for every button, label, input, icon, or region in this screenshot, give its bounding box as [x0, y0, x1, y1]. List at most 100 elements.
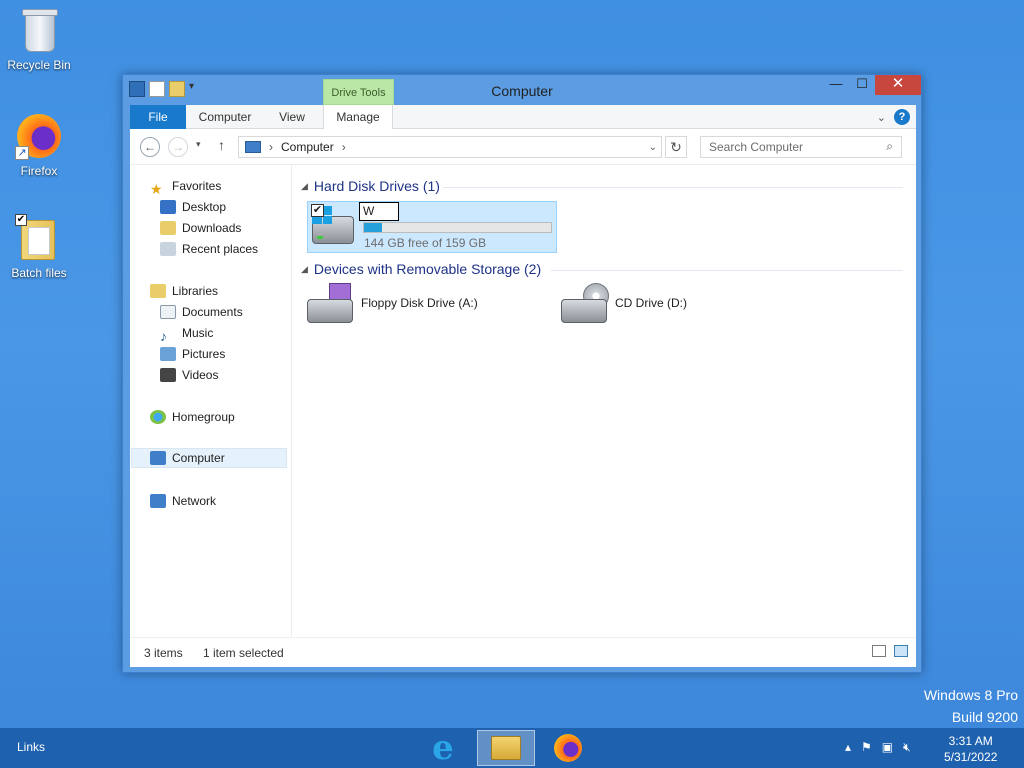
- item-checkbox[interactable]: ✔: [311, 204, 324, 217]
- tab-file[interactable]: File: [130, 105, 186, 129]
- search-icon: ⌕: [886, 139, 893, 153]
- large-icons-view-icon[interactable]: [894, 645, 908, 657]
- floppy-drive-label: Floppy Disk Drive (A:): [361, 296, 478, 310]
- documents-icon: [160, 305, 176, 319]
- links-toolbar[interactable]: Links: [17, 740, 45, 754]
- back-button[interactable]: ←: [140, 137, 160, 157]
- tab-manage[interactable]: Manage: [323, 105, 393, 129]
- nav-music[interactable]: ♪ Music: [160, 323, 213, 344]
- cd-drive-item[interactable]: CD Drive (D:): [561, 283, 687, 323]
- clock-date: 5/31/2022: [944, 750, 998, 764]
- details-view-icon[interactable]: [872, 645, 886, 657]
- clock[interactable]: 3:31 AM 5/31/2022: [944, 733, 997, 765]
- nav-computer[interactable]: Computer: [131, 448, 287, 468]
- title-bar[interactable]: ▾ Drive Tools Computer — ☐ ✕: [123, 75, 921, 105]
- recent-places-icon: [160, 242, 176, 256]
- watermark-build: Build 9200: [951, 709, 1018, 725]
- taskbar-firefox[interactable]: [539, 730, 597, 766]
- nav-videos[interactable]: Videos: [160, 365, 218, 385]
- nav-downloads[interactable]: Downloads: [160, 218, 241, 238]
- network-tray-icon[interactable]: ▣: [882, 740, 893, 755]
- address-dropdown-icon[interactable]: ⌄: [649, 142, 657, 153]
- desktop-icon: [160, 200, 176, 214]
- computer-icon: [150, 451, 166, 465]
- tab-view[interactable]: View: [268, 105, 316, 129]
- nav-homegroup[interactable]: Homegroup: [150, 407, 235, 427]
- search-input[interactable]: Search Computer ⌕: [700, 136, 902, 158]
- items-view: ◢ Hard Disk Drives (1) ✔ W 144 GB free of…: [293, 165, 916, 637]
- minimize-button[interactable]: —: [823, 75, 849, 95]
- address-bar[interactable]: › Computer › ⌄: [238, 136, 662, 158]
- drive-c-item[interactable]: ✔ W 144 GB free of 159 GB: [307, 201, 557, 253]
- breadcrumb-arrow[interactable]: ›: [269, 140, 273, 154]
- nav-pictures[interactable]: Pictures: [160, 344, 225, 364]
- maximize-button[interactable]: ☐: [849, 75, 875, 95]
- desktop-icon-label: Firefox: [20, 164, 58, 178]
- group-divider: [551, 270, 903, 271]
- status-selected-count: 1 item selected: [203, 646, 284, 660]
- taskbar: Links e ▴ ⚑ ▣ 🔇︎ 3:31 AM 5/31/2022: [0, 728, 1024, 768]
- breadcrumb-computer[interactable]: Computer: [281, 140, 334, 154]
- drive-free-space: 144 GB free of 159 GB: [364, 236, 487, 250]
- floppy-drive-item[interactable]: Floppy Disk Drive (A:): [307, 283, 478, 323]
- internet-explorer-icon: e: [432, 728, 454, 768]
- homegroup-icon: [150, 410, 166, 424]
- up-icon[interactable]: ↑: [218, 137, 225, 153]
- navigation-bar: ← → ▾ ↑ › Computer › ⌄ ↻ Search Computer…: [130, 129, 916, 165]
- videos-icon: [160, 368, 176, 382]
- desktop-icon-batch-files[interactable]: ✔ Batch files: [1, 214, 77, 280]
- desktop-icon-label: Batch files: [11, 266, 67, 280]
- breadcrumb-arrow[interactable]: ›: [342, 140, 346, 154]
- file-explorer-icon: [491, 736, 521, 760]
- ribbon-tabs: File Computer View Manage ⌄ ?: [130, 105, 916, 129]
- action-center-flag-icon[interactable]: ⚑: [861, 740, 872, 755]
- system-tray: ▴ ⚑ ▣ 🔇︎: [845, 740, 911, 755]
- volume-muted-icon[interactable]: 🔇︎: [903, 740, 911, 755]
- forward-button[interactable]: →: [168, 137, 188, 157]
- computer-icon: [245, 141, 261, 153]
- desktop-icon-label: Recycle Bin: [7, 58, 71, 72]
- nav-desktop[interactable]: Desktop: [160, 197, 226, 217]
- firefox-icon: ↗: [15, 112, 63, 160]
- recent-locations-icon[interactable]: ▾: [196, 139, 201, 150]
- nav-recent-places[interactable]: Recent places: [160, 239, 258, 259]
- cd-drive-icon: [561, 283, 609, 323]
- expand-ribbon-icon[interactable]: ⌄: [877, 111, 886, 124]
- os-watermark: Windows 8 Pro Build 9200: [924, 684, 1018, 728]
- window-title: Computer: [491, 83, 553, 99]
- rename-input[interactable]: W: [359, 202, 399, 221]
- nav-favorites[interactable]: ★ Favorites: [150, 176, 221, 197]
- group-divider: [443, 187, 903, 188]
- pictures-icon: [160, 347, 176, 361]
- downloads-icon: [160, 221, 176, 235]
- cd-drive-label: CD Drive (D:): [615, 296, 687, 310]
- navigation-pane: ★ Favorites Desktop Downloads Recent plac…: [130, 165, 292, 637]
- music-icon: ♪: [160, 328, 167, 344]
- help-icon[interactable]: ?: [894, 109, 910, 125]
- taskbar-internet-explorer[interactable]: e: [414, 730, 472, 766]
- nav-libraries[interactable]: Libraries: [150, 281, 218, 301]
- search-placeholder: Search Computer: [709, 140, 804, 154]
- taskbar-file-explorer[interactable]: [477, 730, 535, 766]
- status-item-count: 3 items: [144, 646, 183, 660]
- desktop-icon-recycle-bin[interactable]: Recycle Bin: [1, 6, 77, 72]
- nav-network[interactable]: Network: [150, 491, 216, 511]
- desktop-icon-firefox[interactable]: ↗ Firefox: [1, 112, 77, 178]
- nav-documents[interactable]: Documents: [160, 302, 243, 322]
- network-icon: [150, 494, 166, 508]
- folder-icon: ✔: [15, 214, 63, 262]
- star-icon: ★: [150, 181, 163, 197]
- explorer-window: ▾ Drive Tools Computer — ☐ ✕ File Comput…: [122, 74, 922, 673]
- show-hidden-icons-icon[interactable]: ▴: [845, 740, 851, 755]
- firefox-icon: [554, 734, 582, 762]
- close-button[interactable]: ✕: [875, 75, 921, 95]
- content-area: ★ Favorites Desktop Downloads Recent plac…: [130, 165, 916, 637]
- refresh-button[interactable]: ↻: [665, 136, 687, 158]
- collapse-icon: ◢: [301, 180, 308, 191]
- tab-computer[interactable]: Computer: [192, 105, 258, 129]
- group-header-hard-disk-drives[interactable]: ◢ Hard Disk Drives (1): [301, 178, 440, 194]
- collapse-icon: ◢: [301, 263, 308, 274]
- group-header-removable-storage[interactable]: ◢ Devices with Removable Storage (2): [301, 261, 541, 277]
- recycle-bin-icon: [15, 6, 63, 54]
- watermark-edition: Windows 8 Pro: [923, 687, 1018, 703]
